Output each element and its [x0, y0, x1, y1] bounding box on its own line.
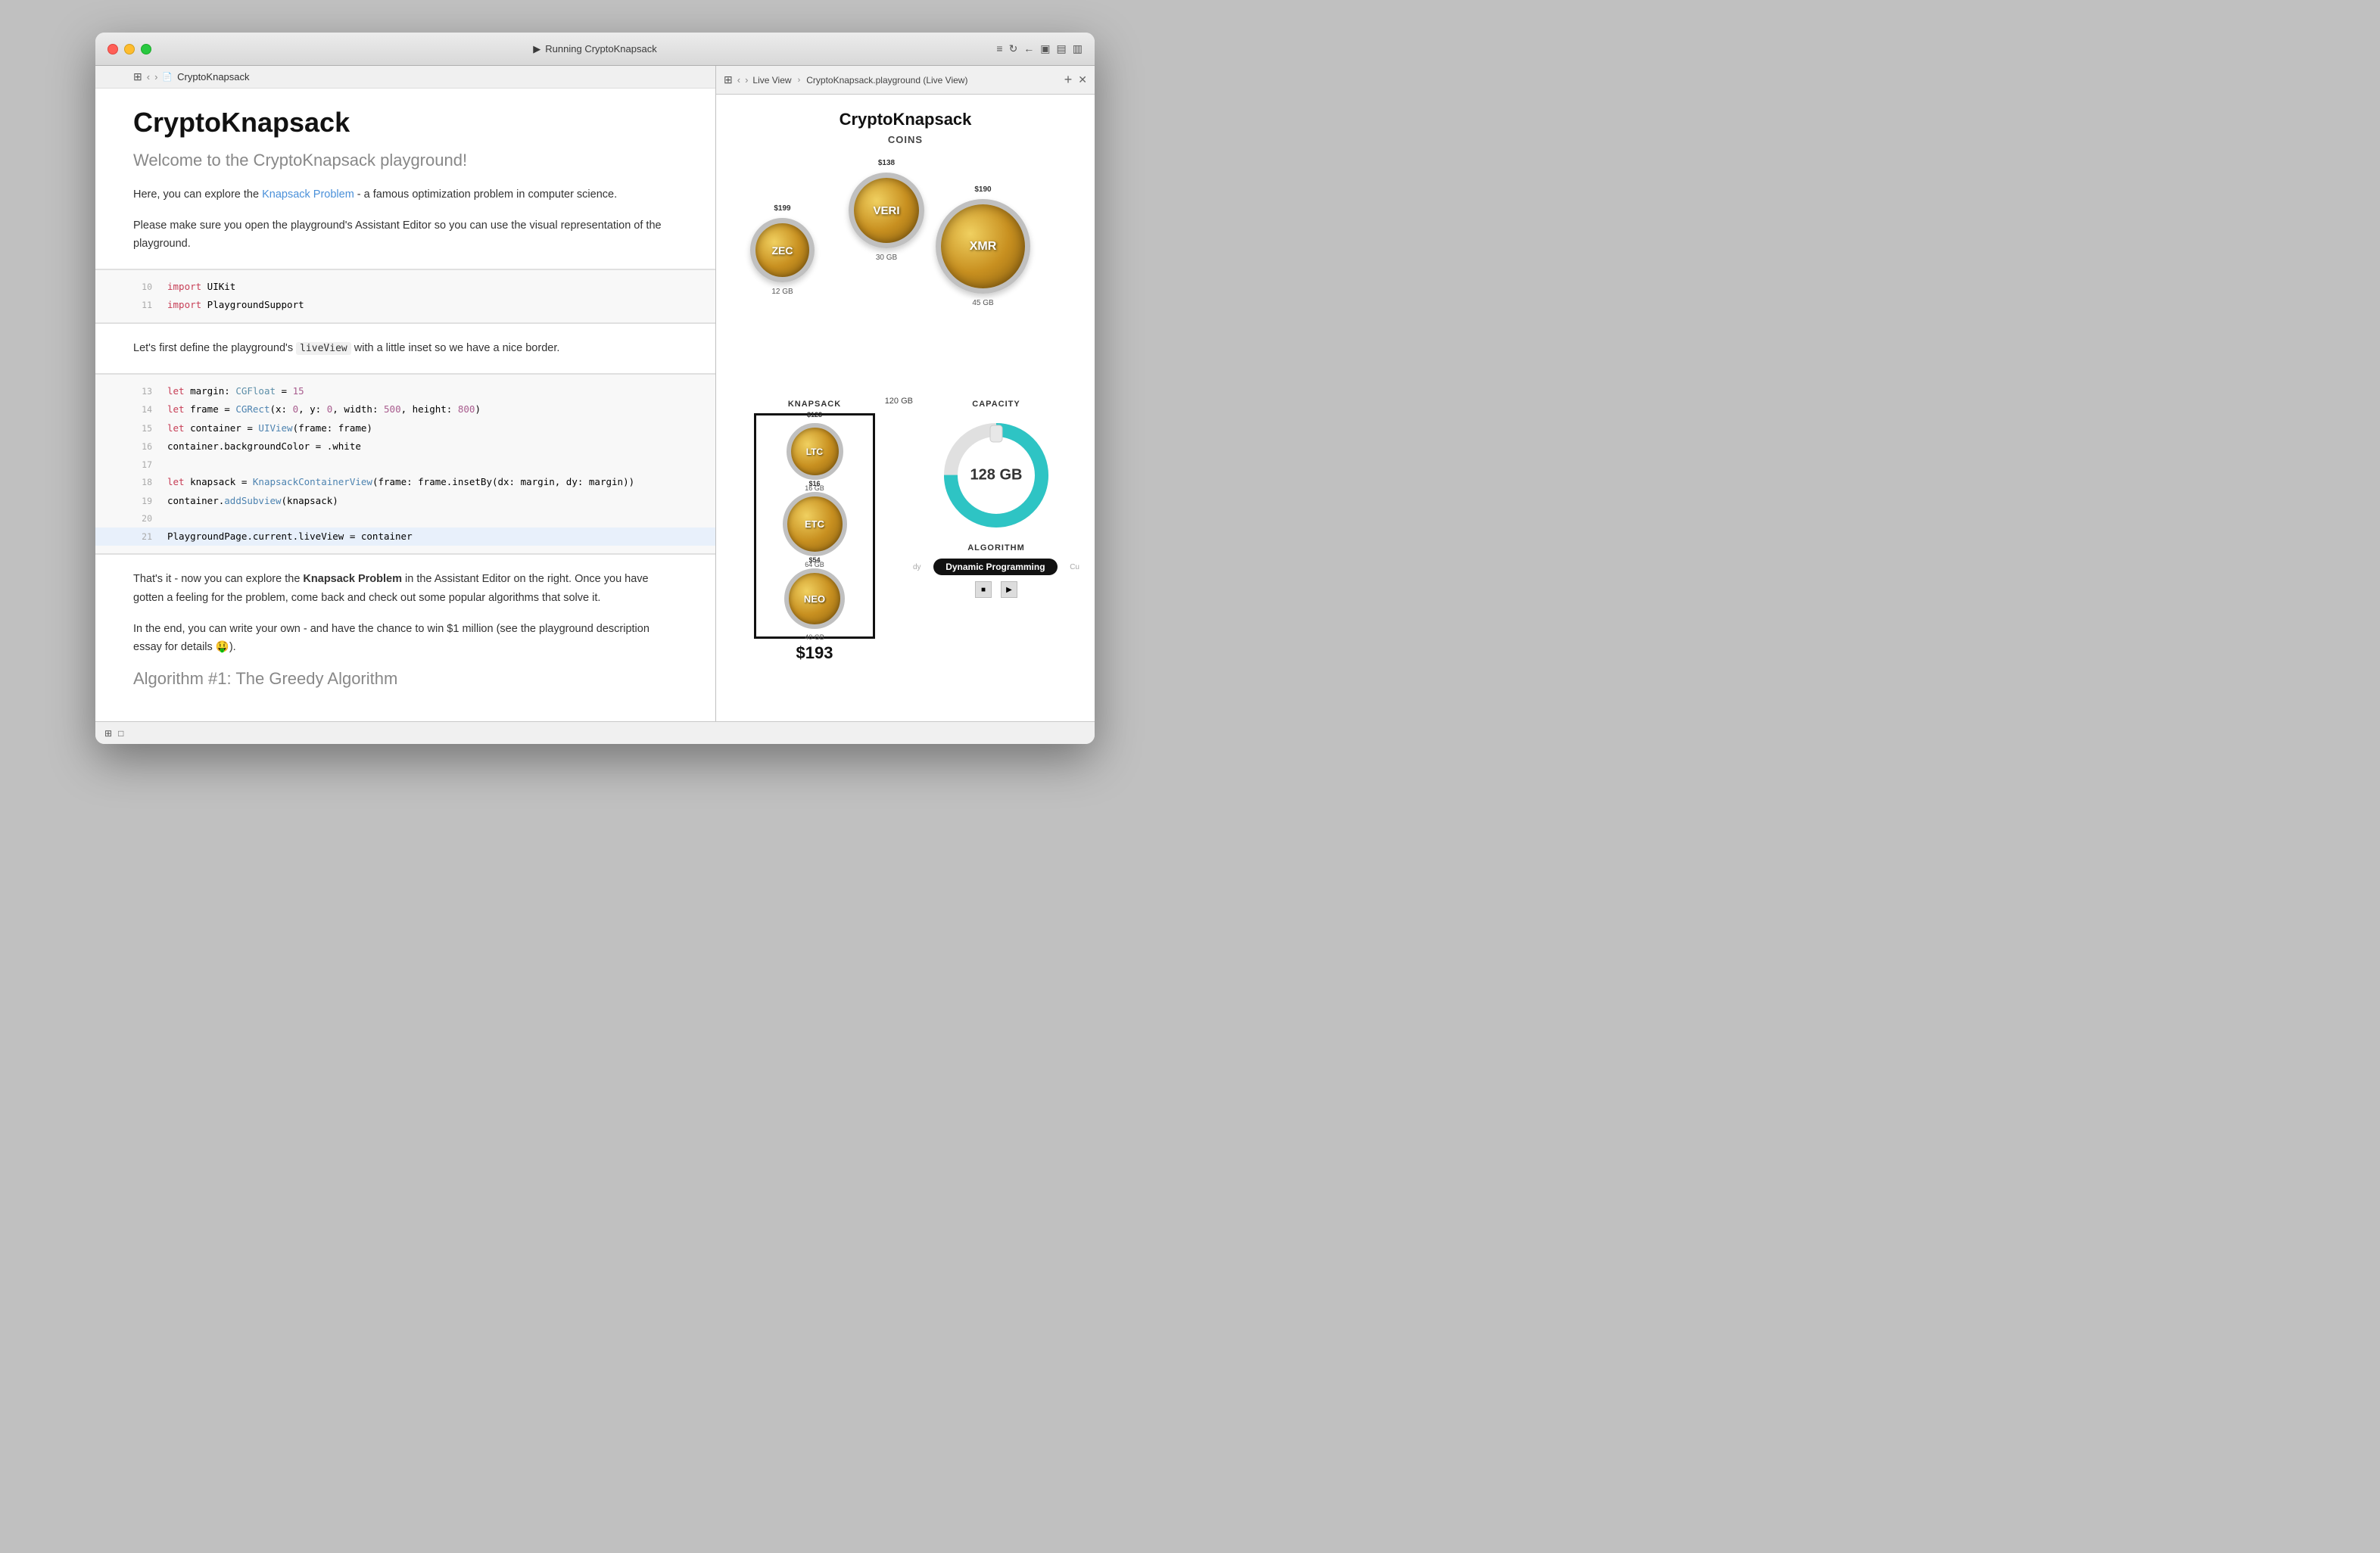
donut-chart: 128 GB: [936, 415, 1057, 536]
explore-paragraph: That's it - now you can explore the Knap…: [133, 570, 678, 607]
etc-knapsack-wrapper: $16 ETC 64 GB: [783, 492, 847, 556]
zec-coin: ZEC: [750, 218, 815, 282]
maximize-button[interactable]: [141, 44, 151, 54]
algorithm-section: ALGORITHM dy Dynamic Programming Cu: [913, 543, 1079, 598]
capacity-section: CAPACITY 12: [913, 400, 1079, 598]
live-pane: ⊞ ‹ › Live View › CryptoKnapsack.playgro…: [716, 66, 1095, 721]
neo-name: NEO: [804, 593, 825, 605]
etc-name: ETC: [805, 518, 824, 530]
intro-paragraph: Here, you can explore the Knapsack Probl…: [133, 185, 678, 204]
forward-nav-icon[interactable]: ›: [154, 71, 157, 82]
capacity-top-label: 120 GB: [885, 397, 913, 406]
knapsack-box: $123 LTC 16 GB $16 ETC: [754, 413, 875, 639]
zec-name: ZEC: [772, 244, 793, 257]
code-block-2: 13 let margin: CGFloat = 15 14 let frame…: [95, 373, 715, 556]
stop-button[interactable]: ■: [975, 581, 992, 598]
play-button[interactable]: ▶: [1001, 581, 1017, 598]
back-icon[interactable]: ←: [1023, 42, 1034, 55]
xmr-coin-wrapper: $190 XMR 45 GB: [936, 199, 1030, 294]
algorithm-name: Dynamic Programming: [945, 562, 1045, 572]
knapsack-link[interactable]: Knapsack Problem: [262, 188, 354, 201]
algo-heading: Algorithm #1: The Greedy Algorithm: [133, 669, 678, 689]
etc-price: $16: [808, 480, 820, 487]
knapsack-total: $193: [731, 643, 898, 663]
algo-next-label: Cu: [1070, 563, 1079, 571]
algo-prev-label: dy: [913, 563, 921, 571]
minimize-button[interactable]: [124, 44, 135, 54]
editor-breadcrumb: CryptoKnapsack: [177, 71, 249, 82]
veri-price: $138: [878, 159, 895, 167]
live-close-icon[interactable]: ✕: [1078, 73, 1087, 86]
knapsack-section: KNAPSACK 120 GB $123 LTC 16 GB: [731, 400, 898, 663]
live-toolbar-left: ⊞ ‹ › Live View › CryptoKnapsack.playgro…: [724, 73, 1058, 86]
coins-label: COINS: [731, 134, 1079, 145]
xmr-name: XMR: [970, 240, 997, 254]
neo-price: $54: [808, 556, 820, 564]
knapsack-label: KNAPSACK: [731, 400, 898, 409]
status-bar: ⊞ □: [95, 721, 1095, 744]
assistant-editor-note: Please make sure you open the playground…: [133, 216, 678, 254]
back-nav-icon[interactable]: ‹: [147, 71, 150, 82]
live-toolbar: ⊞ ‹ › Live View › CryptoKnapsack.playgro…: [716, 66, 1095, 95]
coins-area: $138 VERI 30 GB $190 XMR: [731, 157, 1079, 392]
page-subtitle: Welcome to the CryptoKnapsack playground…: [133, 151, 678, 170]
grid-icon[interactable]: ⊞: [133, 70, 142, 83]
titlebar-actions: ≡ ↻ ← ▣ ▤ ▥: [996, 42, 1083, 55]
veri-coin-wrapper: $138 VERI 30 GB: [849, 173, 924, 248]
ltc-coin: LTC: [787, 423, 843, 480]
layout3-icon[interactable]: ▥: [1073, 42, 1083, 55]
layout2-icon[interactable]: ▤: [1057, 42, 1067, 55]
neo-coin: NEO: [784, 568, 845, 629]
xmr-size: 45 GB: [972, 299, 993, 307]
capacity-value: 128 GB: [970, 467, 1023, 484]
page-title: CryptoKnapsack: [133, 107, 678, 138]
million-paragraph: In the end, you can write your own - and…: [133, 620, 678, 657]
algorithm-selector[interactable]: Dynamic Programming: [933, 559, 1057, 575]
file-icon: 📄: [162, 72, 173, 82]
live-breadcrumb-live: Live View: [752, 75, 791, 86]
ltc-knapsack-wrapper: $123 LTC 16 GB: [787, 423, 843, 480]
capacity-label: CAPACITY: [972, 400, 1020, 409]
bottom-section: KNAPSACK 120 GB $123 LTC 16 GB: [731, 400, 1079, 663]
liveview-paragraph: Let's first define the playground's live…: [133, 339, 678, 358]
algo-controls: ■ ▶: [913, 581, 1079, 598]
xmr-price: $190: [974, 185, 991, 194]
refresh-icon[interactable]: ↻: [1009, 42, 1018, 55]
veri-size: 30 GB: [876, 254, 897, 262]
code-inline-liveview: liveView: [296, 342, 351, 355]
live-add-icon[interactable]: +: [1064, 72, 1073, 88]
editor-pane: ⊞ ‹ › 📄 CryptoKnapsack CryptoKnapsack We…: [95, 66, 716, 721]
main-content: ⊞ ‹ › 📄 CryptoKnapsack CryptoKnapsack We…: [95, 66, 1095, 721]
layout1-icon[interactable]: ▣: [1040, 42, 1050, 55]
live-forward-icon[interactable]: ›: [745, 74, 748, 86]
donut-center: 128 GB: [970, 467, 1023, 484]
playground-icon: ▶: [533, 43, 540, 55]
titlebar-title: ▶ Running CryptoKnapsack: [533, 43, 656, 55]
zec-size: 12 GB: [771, 288, 793, 296]
ltc-name: LTC: [806, 447, 823, 457]
etc-coin: ETC: [783, 492, 847, 556]
status-icon-2[interactable]: □: [118, 728, 123, 739]
ltc-price: $123: [807, 411, 822, 419]
list-icon[interactable]: ≡: [996, 42, 1002, 55]
main-window: ▶ Running CryptoKnapsack ≡ ↻ ← ▣ ▤ ▥ ⊞ ‹…: [95, 33, 1095, 744]
status-icon-1[interactable]: ⊞: [104, 728, 112, 739]
code-block-1: 10 import UIKit 11 import PlaygroundSupp…: [95, 269, 715, 324]
zec-price: $199: [774, 204, 790, 213]
neo-size: 40 GB: [805, 633, 824, 641]
veri-name: VERI: [873, 204, 899, 217]
live-grid-icon[interactable]: ⊞: [724, 73, 733, 86]
live-view-title: CryptoKnapsack: [731, 110, 1079, 129]
titlebar: ▶ Running CryptoKnapsack ≡ ↻ ← ▣ ▤ ▥: [95, 33, 1095, 66]
xmr-coin: XMR: [936, 199, 1030, 294]
close-button[interactable]: [107, 44, 118, 54]
neo-knapsack-wrapper: $54 NEO 40 GB: [784, 568, 845, 629]
algorithm-label: ALGORITHM: [913, 543, 1079, 552]
veri-coin: VERI: [849, 173, 924, 248]
live-content: CryptoKnapsack COINS $138 VERI 30 GB: [716, 95, 1095, 721]
window-controls: [107, 44, 151, 54]
live-breadcrumb-file: CryptoKnapsack.playground (Live View): [806, 75, 967, 86]
zec-coin-wrapper: $199 ZEC 12 GB: [750, 218, 815, 282]
live-back-icon[interactable]: ‹: [737, 74, 740, 86]
